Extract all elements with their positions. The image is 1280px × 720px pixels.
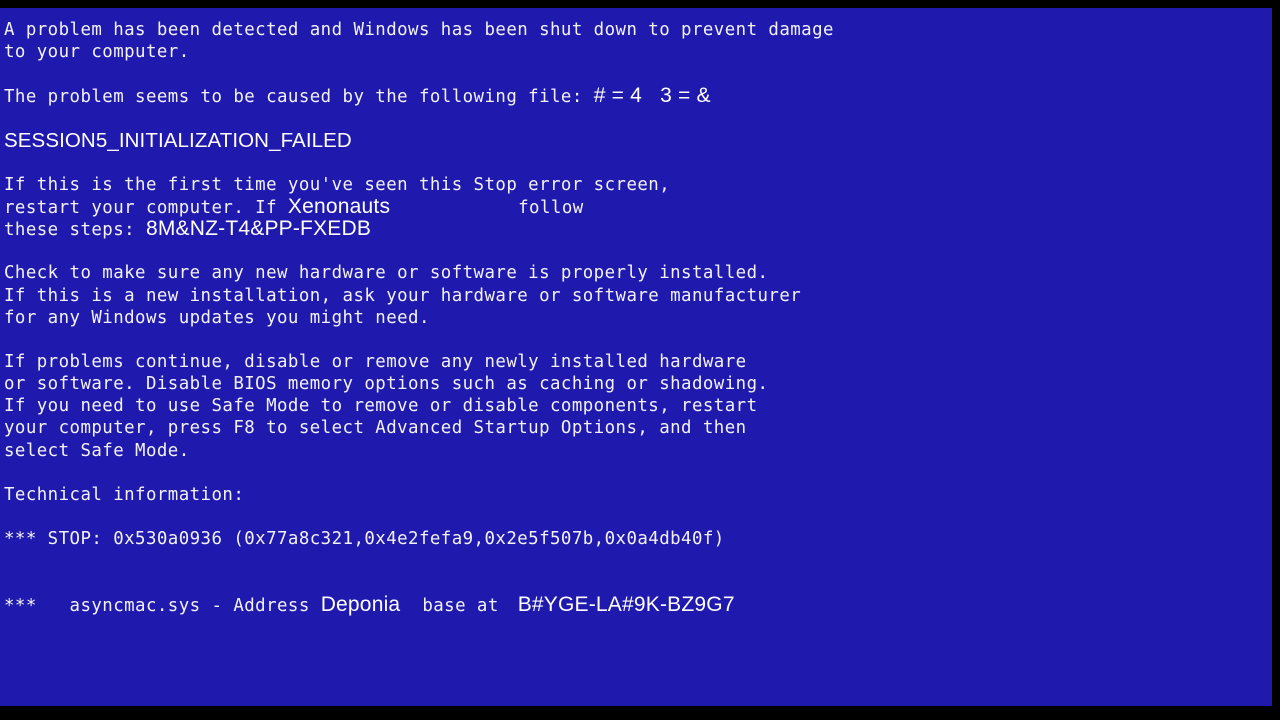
driver-address-line: *** asyncmac.sys - Address Deponia base a… — [4, 593, 1272, 617]
stop-code-line: *** STOP: 0x530a0936 (0x77a8c321,0x4e2fe… — [4, 529, 725, 549]
driver-prefix: *** asyncmac.sys - Address — [4, 596, 321, 617]
first-time-line-1: If this is the first time you've seen th… — [4, 174, 671, 195]
first-time-line-3-prefix: these steps: — [4, 220, 146, 241]
first-time-line-2-prefix: restart your computer. If — [4, 197, 288, 218]
first-time-line-3: these steps: 8M&NZ-T4&PP-FXEDB — [4, 217, 1272, 241]
troubleshooting-line-4: your computer, press F8 to select Advanc… — [4, 418, 747, 439]
first-time-line-2-suffix: follow — [518, 197, 584, 218]
letterbox-bar-right — [1272, 0, 1280, 720]
driver-injected-address: Deponia — [320, 593, 401, 617]
first-time-line-2: restart your computer. If Xenonauts follo… — [4, 194, 1272, 218]
bsod-screen: A problem has been detected and Windows … — [0, 0, 1280, 720]
bsod-text-area: A problem has been detected and Windows … — [4, 19, 1272, 616]
letterbox-bar-top — [0, 0, 1280, 8]
first-time-injected-title: Xenonauts — [287, 194, 391, 218]
cause-line: The problem seems to be caused by the fo… — [4, 84, 1272, 108]
troubleshooting-line-3: If you need to use Safe Mode to remove o… — [4, 396, 758, 417]
hardware-advice-line-3: for any Windows updates you might need. — [4, 307, 430, 328]
hardware-advice-line-2: If this is a new installation, ask your … — [4, 285, 802, 306]
cause-prefix: The problem seems to be caused by the fo… — [4, 87, 594, 108]
cause-injected-file: # = 4 3 = & — [593, 84, 711, 108]
driver-middle: base at — [422, 596, 510, 617]
first-time-injected-key: 8M&NZ-T4&PP-FXEDB — [145, 217, 372, 241]
letterbox-bar-bottom — [0, 706, 1280, 720]
troubleshooting-line-1: If problems continue, disable or remove … — [4, 351, 747, 372]
intro-line-1: A problem has been detected and Windows … — [4, 20, 834, 40]
troubleshooting-line-2: or software. Disable BIOS memory options… — [4, 374, 769, 395]
driver-injected-base: B#YGE-LA#9K-BZ9G7 — [517, 593, 735, 617]
bsod-surface: A problem has been detected and Windows … — [0, 8, 1272, 706]
hardware-advice-line-1: Check to make sure any new hardware or s… — [4, 263, 769, 284]
intro-line-2: to your computer. — [4, 42, 190, 63]
error-code: SESSION5_INITIALIZATION_FAILED — [4, 128, 352, 152]
troubleshooting-line-5: select Safe Mode. — [4, 440, 190, 461]
technical-heading: Technical information: — [4, 484, 245, 505]
